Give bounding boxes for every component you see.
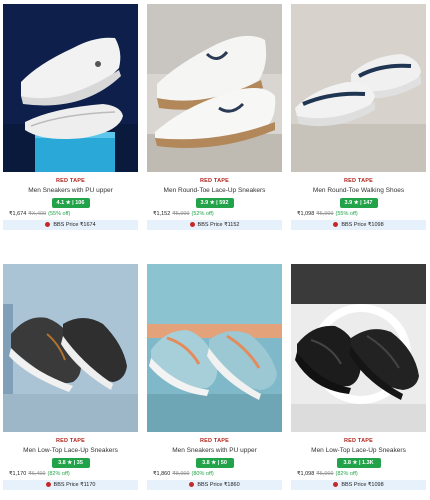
mrp-price: ₹5,999: [316, 211, 334, 217]
bbs-price-label: BBS Price ₹1098: [341, 222, 384, 228]
mrp-price: ₹8,999: [172, 471, 190, 477]
bbs-logo-icon: [45, 221, 51, 227]
sale-price: ₹1,170: [9, 471, 27, 477]
bbs-price-banner: BBS Price ₹1170: [3, 480, 138, 490]
mrp-price: ₹X,499: [28, 211, 47, 217]
bbs-logo-icon: [333, 221, 339, 227]
bbs-price-banner: BBS Price ₹1152: [147, 220, 282, 230]
rating-badge: 3.8 ★ | 1.3K: [336, 458, 381, 468]
bbs-price-label: BBS Price ₹1860: [197, 482, 240, 488]
product-grid: RED TAPE Men Sneakers with PU upper 4.1 …: [0, 0, 430, 500]
rating-badge: 3.8 ★ | 35: [51, 458, 90, 468]
rating-badge: 3.9 ★ | 592: [195, 198, 234, 208]
sale-price: ₹1,152: [153, 211, 171, 217]
rating-badge: 4.1 ★ | 106: [51, 198, 90, 208]
brand-label: RED TAPE: [343, 178, 373, 184]
bbs-price-label: BBS Price ₹1152: [197, 222, 240, 228]
bbs-price-banner: BBS Price ₹1860: [147, 480, 282, 490]
product-image[interactable]: [291, 264, 426, 432]
bbs-price-banner: BBS Price ₹1098: [291, 220, 426, 230]
discount-label: (52% off): [191, 211, 214, 217]
product-card[interactable]: RED TAPE Men Low-Top Lace-Up Sneakers 3.…: [291, 264, 426, 490]
price-row: ₹1,152 ₹5,099 (52% off): [147, 211, 282, 217]
mrp-price: ₹6,499: [28, 471, 46, 477]
bbs-price-label: BBS Price ₹1098: [341, 482, 384, 488]
price-row: ₹1,674 ₹X,499 (55% off): [3, 211, 138, 217]
bbs-price-banner: BBS Price ₹1098: [291, 480, 426, 490]
brand-label: RED TAPE: [343, 438, 373, 444]
sale-price: ₹1,860: [153, 471, 171, 477]
bbs-price-label: BBS Price ₹1674: [53, 222, 96, 228]
bbs-price-label: BBS Price ₹1170: [53, 482, 96, 488]
product-card[interactable]: RED TAPE Men Sneakers with PU upper 4.1 …: [3, 4, 138, 230]
discount-label: (55% off): [48, 211, 71, 217]
product-image[interactable]: [147, 4, 282, 172]
product-card[interactable]: RED TAPE Men Low-Top Lace-Up Sneakers 3.…: [3, 264, 138, 490]
price-row: ₹1,170 ₹6,499 (82% off): [3, 471, 138, 477]
mrp-price: ₹5,099: [172, 211, 190, 217]
price-row: ₹1,860 ₹8,999 (80% off): [147, 471, 282, 477]
rating-badge: 3.9 ★ | 147: [339, 198, 378, 208]
mrp-price: ₹5,999: [316, 471, 334, 477]
product-card[interactable]: RED TAPE Men Round-Toe Walking Shoes 3.9…: [291, 4, 426, 230]
product-card[interactable]: RED TAPE Men Sneakers with PU upper 3.8 …: [147, 264, 282, 490]
product-image[interactable]: [291, 4, 426, 172]
bbs-logo-icon: [189, 481, 195, 487]
sale-price: ₹1,098: [297, 211, 315, 217]
product-image[interactable]: [3, 264, 138, 432]
discount-label: (80% off): [191, 471, 214, 477]
bbs-logo-icon: [333, 481, 339, 487]
discount-label: (82% off): [335, 471, 358, 477]
bbs-price-banner: BBS Price ₹1674: [3, 220, 138, 230]
discount-label: (55% off): [335, 211, 358, 217]
sale-price: ₹1,674: [9, 211, 27, 217]
brand-label: RED TAPE: [55, 438, 85, 444]
product-name[interactable]: Men Sneakers with PU upper: [147, 447, 282, 454]
bbs-logo-icon: [189, 221, 195, 227]
brand-label: RED TAPE: [55, 178, 85, 184]
sale-price: ₹1,098: [297, 471, 315, 477]
rating-badge: 3.8 ★ | 50: [195, 458, 234, 468]
discount-label: (82% off): [47, 471, 70, 477]
price-row: ₹1,098 ₹5,999 (55% off): [291, 211, 426, 217]
product-name[interactable]: Men Sneakers with PU upper: [3, 187, 138, 194]
product-name[interactable]: Men Low-Top Lace-Up Sneakers: [291, 447, 426, 454]
product-image[interactable]: [3, 4, 138, 172]
product-name[interactable]: Men Low-Top Lace-Up Sneakers: [3, 447, 138, 454]
brand-label: RED TAPE: [199, 178, 229, 184]
price-row: ₹1,098 ₹5,999 (82% off): [291, 471, 426, 477]
product-name[interactable]: Men Round-Toe Walking Shoes: [291, 187, 426, 194]
brand-label: RED TAPE: [199, 438, 229, 444]
product-card[interactable]: RED TAPE Men Round-Toe Lace-Up Sneakers …: [147, 4, 282, 230]
bbs-logo-icon: [45, 481, 51, 487]
product-image[interactable]: [147, 264, 282, 432]
product-name[interactable]: Men Round-Toe Lace-Up Sneakers: [147, 187, 282, 194]
